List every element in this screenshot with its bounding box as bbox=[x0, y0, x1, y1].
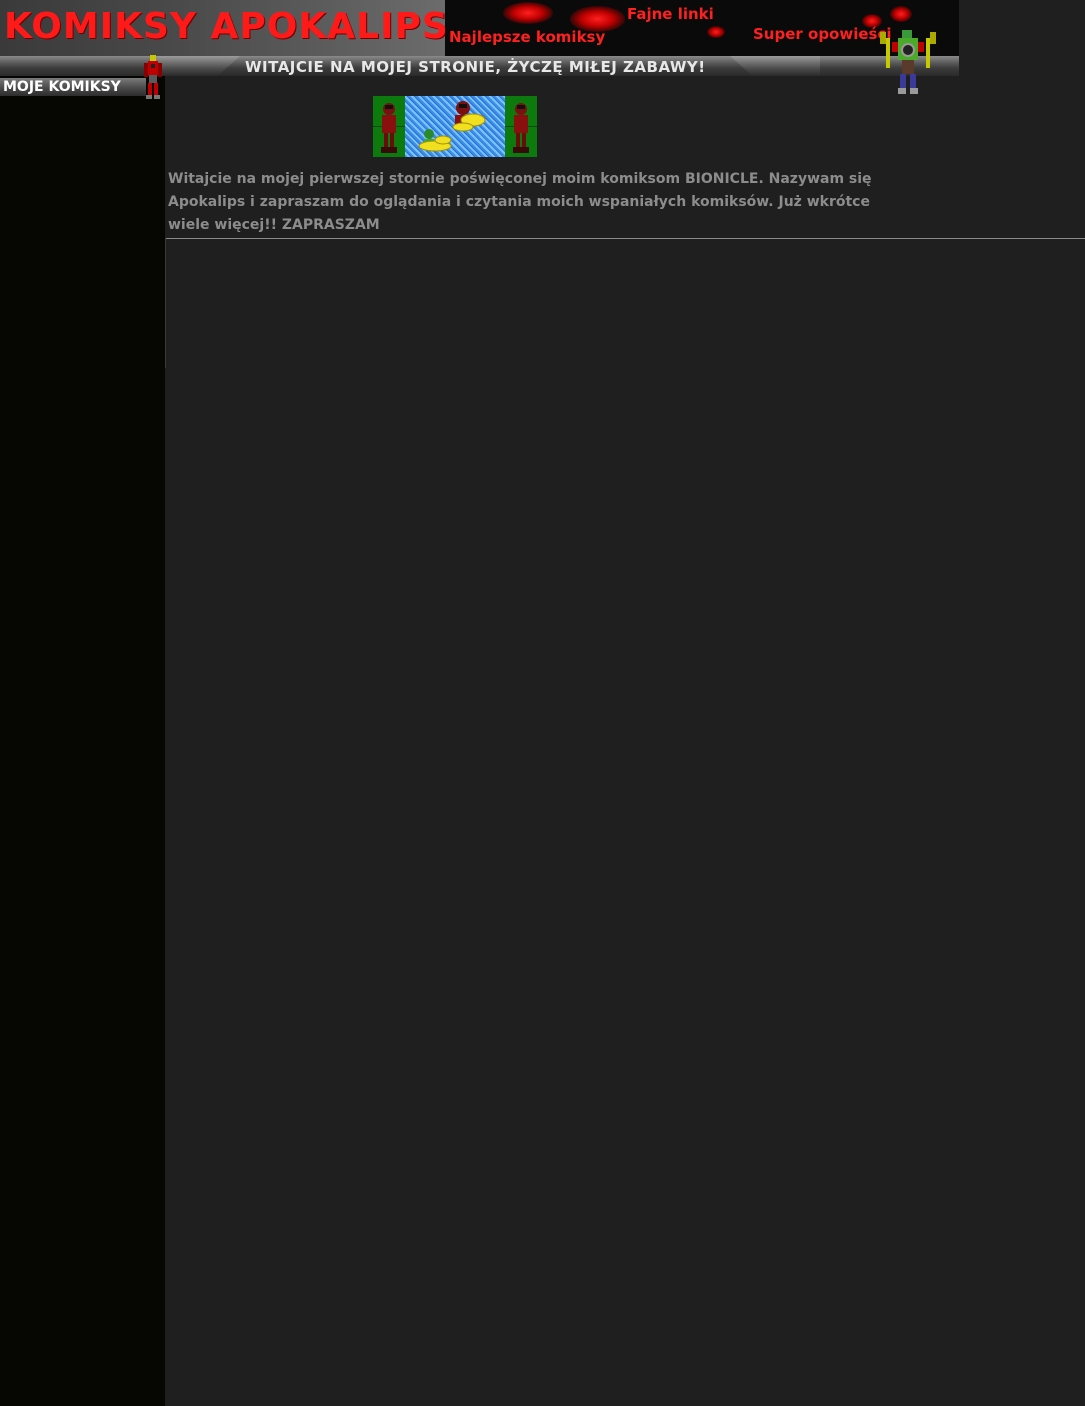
site-title: KOMIKSY APOKALIPSA bbox=[4, 6, 445, 47]
comic-panel-left bbox=[373, 96, 405, 157]
red-robot-figure-icon bbox=[144, 55, 162, 99]
main-content: Witajcie na mojej pierwszej stornie pośw… bbox=[165, 76, 1085, 1406]
nav-link-super-opowiesci[interactable]: Super opowieści bbox=[753, 25, 892, 43]
comic-strip-image[interactable] bbox=[373, 96, 537, 157]
bar-notch-decoration bbox=[150, 56, 240, 76]
red-glow-decoration bbox=[890, 6, 912, 22]
nav-link-fajne-linki[interactable]: Fajne linki bbox=[627, 5, 714, 23]
bar-notch-decoration bbox=[730, 56, 820, 76]
red-glow-decoration bbox=[707, 26, 725, 38]
sidebar: MOJE KOMIKSY bbox=[0, 76, 165, 1406]
comic-panel-center bbox=[405, 96, 505, 157]
page: KOMIKSY APOKALIPSA Fajne linki Najlepsze… bbox=[0, 0, 1085, 1406]
content-left-border bbox=[165, 238, 166, 368]
intro-paragraph: Witajcie na mojej pierwszej stornie pośw… bbox=[168, 171, 872, 233]
sidebar-heading[interactable]: MOJE KOMIKSY bbox=[0, 78, 146, 96]
red-glow-decoration bbox=[503, 2, 553, 24]
content-divider bbox=[165, 238, 1085, 239]
comic-panel-right bbox=[505, 96, 537, 157]
nav-link-najlepsze-komiksy[interactable]: Najlepsze komiksy bbox=[449, 28, 605, 46]
red-robot-figure-icon bbox=[373, 103, 405, 153]
header-title-area: KOMIKSY APOKALIPSA bbox=[0, 0, 445, 56]
welcome-message: WITAJCIE NA MOJEJ STRONIE, ŻYCZĘ MIŁEJ Z… bbox=[245, 58, 706, 76]
red-robot-figure-icon bbox=[505, 103, 537, 153]
comic-scene bbox=[418, 101, 486, 152]
